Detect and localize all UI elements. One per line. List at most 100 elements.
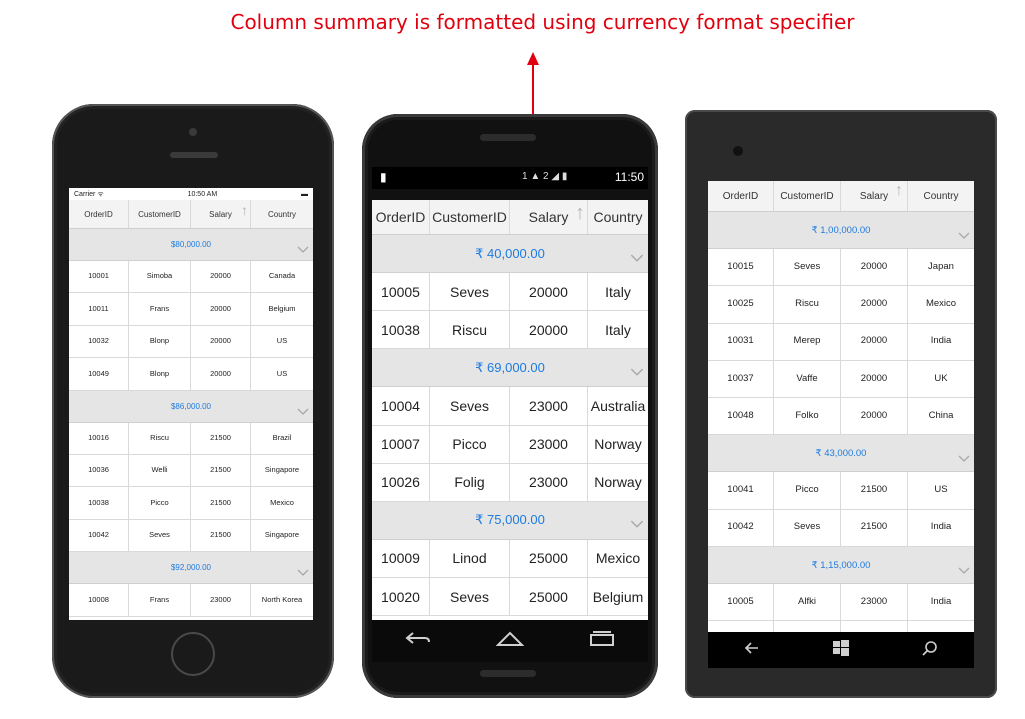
table-row[interactable]: 10025 Riscu 20000 Mexico [708,286,974,324]
data-grid: OrderID CustomerID Salary ↑ Country ₹ 40,000.… [372,200,648,617]
windows-logo-icon[interactable] [832,639,850,662]
table-cell: Brazil [272,432,292,442]
group-summary-row[interactable]: ₹ 40,000.00 [372,235,648,273]
group-summary-row[interactable]: $86,000.00 [69,390,313,423]
column-header-salary[interactable]: Salary ↑ [510,200,588,234]
table-row[interactable]: 10009 Linod 25000 Mexico [372,539,648,579]
table-row[interactable]: 10015 Seves 20000 Japan [708,249,974,287]
data-grid: OrderID CustomerID Salary ↑ Country ₹ 1,00,00… [708,181,974,632]
group-summary-row[interactable]: ₹ 1,15,000.00 [708,547,974,585]
speaker-grille [480,670,536,677]
table-row[interactable]: 10041 Picco 21500 US [708,472,974,510]
group-summary-row[interactable]: $92,000.00 [69,552,313,585]
column-header-salary[interactable]: Salary ↑ [841,181,908,211]
table-row[interactable]: 10038 Picco 21500 Mexico [69,487,313,520]
group-summary-row[interactable]: ₹ 69,000.00 [372,349,648,388]
chevron-down-icon[interactable] [297,403,309,421]
table-cell: US [276,336,288,346]
table-cell: 21500 [191,487,251,519]
table-row[interactable]: 10020 Seves 25000 Belgium [372,578,648,617]
iphone-screen: Carrier ᯤ 10:50 AM ▬ OrderID CustomerID Sa… [69,188,313,620]
table-row[interactable]: 10042 Seves 21500 India [708,509,974,548]
column-header-country[interactable]: Country [588,200,648,234]
table-cell: 21500 [191,422,251,454]
chevron-down-icon[interactable] [297,241,309,259]
table-row[interactable]: 10048 Folko 20000 China [708,398,974,436]
table-row[interactable]: 10001 Simoba 20000 Canada [69,261,313,294]
table-row[interactable]: 10037 Vaffe 20000 UK [708,360,974,399]
group-summary-value: ₹ 43,000.00 [815,447,867,459]
table-cell: Seves [430,578,510,616]
chevron-down-icon[interactable] [630,250,644,268]
column-header-customerid[interactable]: CustomerID [430,200,510,234]
chevron-down-icon[interactable] [958,227,970,245]
column-header-orderid[interactable]: OrderID [69,200,129,228]
home-button[interactable] [171,632,215,676]
table-cell: 10041 [708,472,774,509]
clock: 11:50 [614,170,644,184]
column-header-salary[interactable]: Salary ↑ [191,200,251,228]
status-icons: 1 ▲ 2 ◢ ▮ [522,171,568,182]
table-row[interactable]: 10004 Seves 23000 Australia [372,387,648,426]
group-summary-row[interactable]: $80,000.00 [69,229,313,261]
table-row[interactable]: 10031 Merep 20000 India [708,323,974,361]
camera-icon [189,128,197,136]
search-icon[interactable] [922,640,938,661]
group-summary-value: $92,000.00 [170,563,212,573]
table-cell: 20000 [841,360,908,398]
column-header-orderid[interactable]: OrderID [708,181,774,211]
table-row[interactable]: 10049 Blonp 20000 US [69,358,313,391]
table-cell: Singapore [264,465,300,475]
table-cell: 10015 [708,249,774,286]
table-row[interactable]: 10005 Alfki 23000 India [708,584,974,622]
table-cell: 20000 [841,398,908,435]
column-header-country[interactable]: Country [251,200,313,228]
table-row[interactable]: 10008 Frans 23000 North Korea [69,584,313,617]
table-row[interactable]: 10026 Folig 23000 Norway [372,463,648,502]
table-row[interactable]: 10014Eurib23000China [708,621,974,632]
table-row[interactable]: 10011 Frans 20000 Belgium [69,293,313,326]
table-cell: Folko [774,398,841,435]
back-icon[interactable] [744,641,760,660]
chevron-down-icon[interactable] [958,450,970,468]
table-cell: 10009 [372,539,430,578]
group-summary-row[interactable]: ₹ 75,000.00 [372,501,648,540]
table-cell: Canada [268,271,296,281]
table-cell: Norway [594,474,642,491]
table-cell: China [928,409,954,421]
chevron-down-icon[interactable] [630,364,644,382]
chevron-down-icon[interactable] [958,562,970,580]
table-cell: North Korea [261,594,303,604]
group-summary-value: ₹ 69,000.00 [475,359,545,375]
column-header-customerid[interactable]: CustomerID [774,181,841,211]
group-summary-row[interactable]: ₹ 1,00,000.00 [708,212,974,249]
table-row[interactable]: 10042 Seves 21500 Singapore [69,519,313,553]
back-icon[interactable] [405,631,431,651]
group-summary-row[interactable]: ₹ 43,000.00 [708,435,974,473]
table-cell: 10014 [708,621,774,632]
table-cell: 23000 [191,584,251,616]
table-cell: Blonp [129,325,191,358]
table-row[interactable]: 10036 Welli 21500 Singapore [69,454,313,488]
table-cell: 20000 [841,249,908,286]
chevron-down-icon[interactable] [297,564,309,582]
table-cell: 25000 [510,578,588,616]
column-header-orderid[interactable]: OrderID [372,200,430,234]
caption: Column summary is formatted using curren… [230,10,855,34]
table-cell: Picco [430,425,510,463]
table-cell: 10032 [69,325,129,358]
speaker-grille [170,152,218,158]
table-cell: 10011 [69,293,129,325]
table-row[interactable]: 10016 Riscu 21500 Brazil [69,422,313,455]
table-row[interactable]: 10032 Blonp 20000 US [69,325,313,359]
table-row[interactable]: 10038 Riscu 20000 Italy [372,311,648,350]
home-icon[interactable] [495,631,525,652]
chevron-down-icon[interactable] [630,516,644,534]
table-cell: 20000 [510,311,588,349]
recents-icon[interactable] [589,630,615,652]
table-row[interactable]: 10007 Picco 23000 Norway [372,425,648,464]
table-row[interactable]: 10005 Seves 20000 Italy [372,273,648,312]
column-header-country[interactable]: Country [908,181,974,211]
table-cell: Picco [774,472,841,509]
column-header-customerid[interactable]: CustomerID [129,200,191,228]
